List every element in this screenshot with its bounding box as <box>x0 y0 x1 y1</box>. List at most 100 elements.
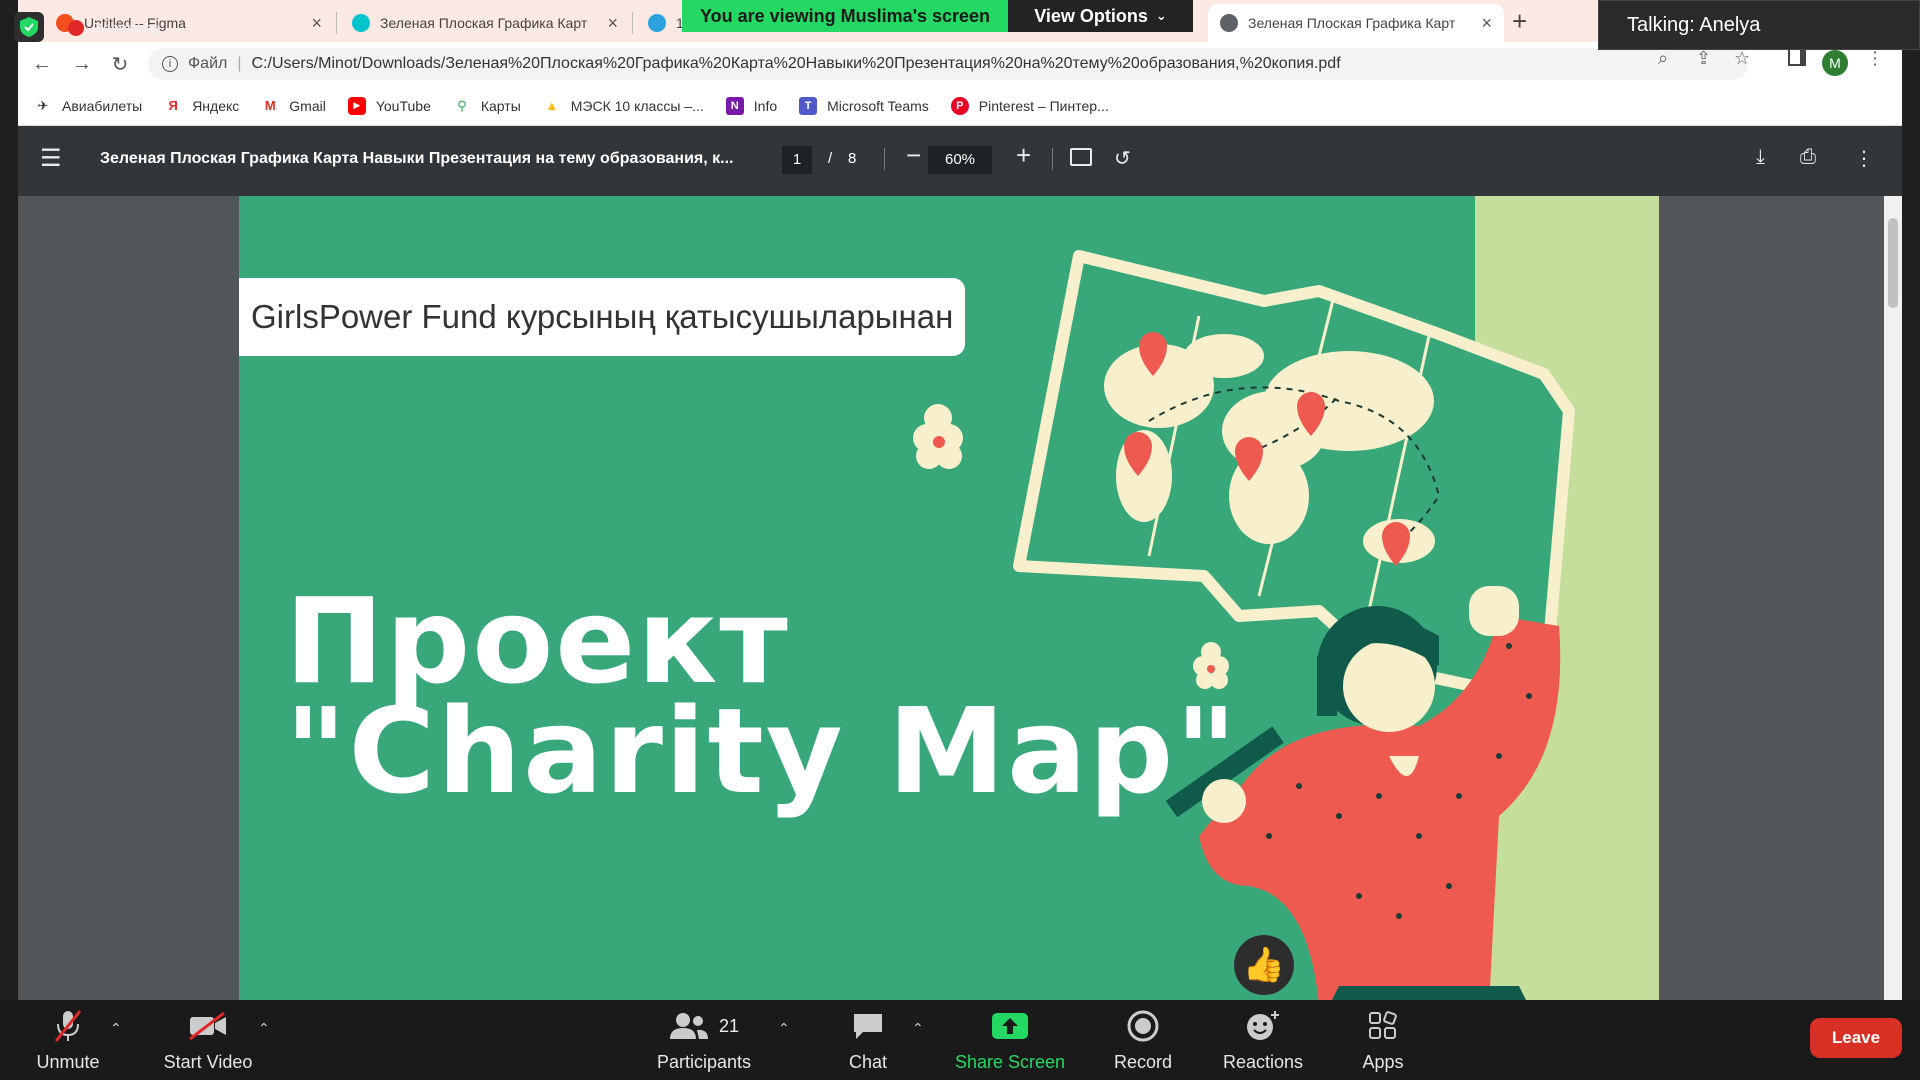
slide-badge: GirlsPower Fund курсының қатысушыларынан <box>239 278 966 356</box>
zoom-lens-icon[interactable]: ⌕ <box>1658 48 1668 69</box>
chevron-up-icon[interactable]: ⌃ <box>258 1020 270 1037</box>
tab-canva[interactable]: Зеленая Плоская Графика Карт × <box>340 4 630 42</box>
shared-browser-window: Untitled – Figma × Зеленая Плоская Графи… <box>18 0 1902 1000</box>
apps-button[interactable]: Apps <box>1323 1008 1443 1073</box>
thumbs-up-reaction-icon: 👍 <box>1234 935 1294 995</box>
url-text: C:/Users/Minot/Downloads/Зеленая%20Плоск… <box>251 55 1341 72</box>
maps-icon: ⚲ <box>457 97 467 113</box>
tab-title: Зеленая Плоская Графика Карт <box>1248 15 1456 31</box>
bookmarks-bar: ✈ Авиабилеты Я Яндекс M Gmail ▶ YouTube ⚲ Кар… <box>18 86 1902 126</box>
bookmark-gmail[interactable]: M Gmail <box>261 97 326 115</box>
share-icon[interactable]: ⇪ <box>1696 48 1711 69</box>
side-panel-icon[interactable] <box>1788 48 1806 66</box>
bookmark-star-icon[interactable]: ☆ <box>1734 48 1750 69</box>
bookmark-mesk[interactable]: ▲ МЭСК 10 классы –... <box>543 97 704 115</box>
share-screen-button[interactable]: Share Screen <box>950 1008 1070 1073</box>
more-vert-icon[interactable]: ⋮ <box>1854 146 1874 171</box>
fit-page-icon[interactable] <box>1070 148 1092 166</box>
drive-icon: ▲ <box>545 98 559 113</box>
mic-muted-icon <box>53 1008 83 1044</box>
forward-icon[interactable]: → <box>68 50 96 78</box>
back-icon[interactable]: ← <box>28 50 56 78</box>
slide-title-line2: "Charity Map" <box>285 682 1239 820</box>
bookmark-label: YouTube <box>375 97 431 114</box>
bookmark-label: Info <box>753 97 778 114</box>
reactions-button[interactable]: Reactions <box>1203 1008 1323 1073</box>
bookmark-label: МЭСК 10 классы –... <box>570 97 704 114</box>
page-separator: / <box>828 150 833 167</box>
bookmark-label: Microsoft Teams <box>827 97 929 114</box>
participants-count: 21 <box>718 1015 740 1036</box>
chat-icon <box>851 1008 885 1044</box>
info-icon[interactable]: i <box>162 56 178 72</box>
close-icon[interactable]: × <box>607 13 618 34</box>
page-number-input[interactable]: 1 <box>782 146 812 174</box>
bookmark-maps[interactable]: ⚲ Карты <box>453 97 521 115</box>
unmute-label: Unmute <box>36 1052 100 1072</box>
tab-pdf-active[interactable]: Зеленая Плоская Графика Карт × <box>1208 4 1504 42</box>
more-vert-icon[interactable]: ⋮ <box>1866 48 1884 69</box>
record-label: Record <box>1113 1052 1173 1072</box>
print-icon[interactable]: ⎙ <box>1800 146 1816 169</box>
bookmark-label: Pinterest – Пинтер... <box>978 97 1109 114</box>
share-screen-label: Share Screen <box>954 1052 1066 1072</box>
bookmark-info[interactable]: N Info <box>725 96 778 115</box>
close-icon[interactable]: × <box>1481 13 1492 34</box>
menu-icon[interactable]: ☰ <box>40 144 62 173</box>
recording-label: Recording <box>92 20 161 37</box>
chevron-up-icon[interactable]: ⌃ <box>778 1020 790 1037</box>
share-banner: You are viewing Muslima's screen <box>682 0 1008 32</box>
chevron-down-icon: ⌄ <box>1155 8 1167 23</box>
share-screen-icon <box>991 1008 1029 1044</box>
gmail-icon: M <box>264 98 276 113</box>
active-speaker-label: Talking: Anelya <box>1598 0 1920 50</box>
bookmark-pinterest[interactable]: P Pinterest – Пинтер... <box>950 96 1109 115</box>
chat-label: Chat <box>848 1052 888 1072</box>
new-tab-button[interactable]: + <box>1512 6 1527 37</box>
scrollbar[interactable] <box>1884 196 1902 1000</box>
security-shield-icon[interactable] <box>14 12 44 42</box>
participants-label: Participants <box>656 1052 752 1072</box>
view-options-label: View Options <box>1034 5 1148 26</box>
chat-button[interactable]: Chat <box>808 1008 928 1073</box>
bookmark-label: Gmail <box>289 97 326 114</box>
leave-button[interactable]: Leave <box>1810 1018 1902 1058</box>
bookmark-label: Яндекс <box>192 97 240 114</box>
profile-avatar[interactable]: M <box>1822 50 1848 76</box>
record-icon <box>1127 1008 1159 1044</box>
page-total: 8 <box>848 150 857 167</box>
pdf-toolbar: ☰ Зеленая Плоская Графика Карта Навыки П… <box>18 126 1902 196</box>
rotate-icon[interactable]: ↺ <box>1114 146 1131 171</box>
bookmark-aviabilety[interactable]: ✈ Авиабилеты <box>34 97 143 115</box>
tab-title: Зеленая Плоская Графика Карт <box>380 15 588 31</box>
participants-icon: 21 <box>669 1008 739 1044</box>
camera-off-icon <box>188 1008 228 1044</box>
reactions-icon <box>1245 1008 1281 1044</box>
yandex-icon: Я <box>168 98 178 113</box>
chevron-up-icon[interactable]: ⌃ <box>912 1020 924 1037</box>
zoom-level-input[interactable]: 60% <box>928 146 992 174</box>
scroll-thumb[interactable] <box>1888 218 1898 308</box>
tab-figma[interactable]: Untitled – Figma × <box>44 4 334 42</box>
close-icon[interactable]: × <box>311 13 322 34</box>
pdf-slide: GirlsPower Fund курсының қатысушыларынан… <box>239 196 1659 1000</box>
record-button[interactable]: Record <box>1083 1008 1203 1073</box>
zoom-out-icon[interactable]: − <box>906 140 921 171</box>
teams-icon: T <box>799 96 818 115</box>
bookmark-youtube[interactable]: ▶ YouTube <box>347 96 431 115</box>
bookmark-yandex[interactable]: Я Яндекс <box>164 97 240 115</box>
reload-icon[interactable]: ↻ <box>106 50 134 78</box>
chevron-up-icon[interactable]: ⌃ <box>110 1020 122 1037</box>
canva-icon <box>352 14 370 32</box>
url-input[interactable]: i Файл | C:/Users/Minot/Downloads/Зелена… <box>148 48 1748 80</box>
bookmark-label: Карты <box>480 97 521 114</box>
start-video-button[interactable]: Start Video <box>148 1008 268 1073</box>
recording-dot-icon <box>68 20 84 36</box>
view-options-button[interactable]: View Options ⌄ <box>1008 0 1193 32</box>
zoom-in-icon[interactable]: + <box>1016 140 1031 171</box>
bookmark-teams[interactable]: T Microsoft Teams <box>799 96 929 115</box>
participants-button[interactable]: 21 Participants <box>644 1008 764 1073</box>
pinterest-icon: P <box>950 96 969 115</box>
download-icon[interactable]: ⤓ <box>1756 146 1765 169</box>
unmute-button[interactable]: Unmute <box>8 1008 128 1073</box>
